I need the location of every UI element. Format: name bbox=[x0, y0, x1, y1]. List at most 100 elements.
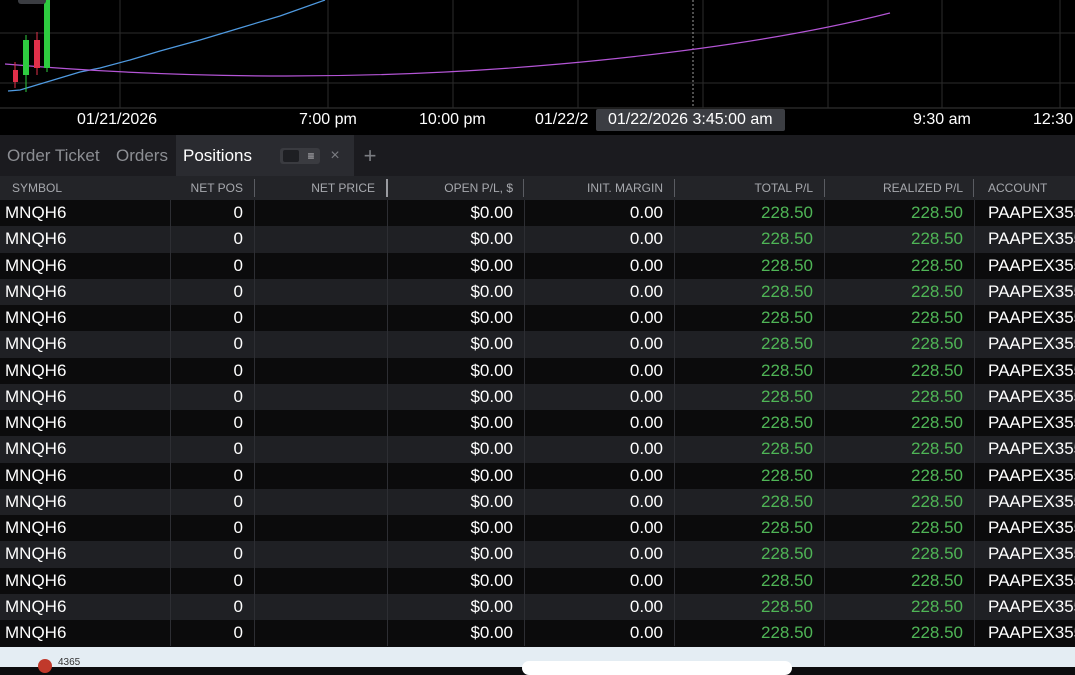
column-header-account[interactable]: ACCOUNT bbox=[988, 176, 1047, 200]
cell-open-pl: $0.00 bbox=[470, 229, 513, 249]
cell-symbol: MNQH6 bbox=[5, 491, 67, 511]
table-row[interactable]: MNQH6 0 $0.00 0.00 228.50 228.50 PAAPEX355 bbox=[0, 593, 1075, 620]
cell-symbol: MNQH6 bbox=[5, 518, 67, 537]
cell-realized-pl: 228.50 bbox=[911, 623, 963, 642]
cell-divider bbox=[974, 278, 975, 305]
cell-open-pl: $0.00 bbox=[470, 544, 513, 564]
cell-total-pl: 228.50 bbox=[761, 623, 813, 642]
table-row[interactable]: MNQH6 0 $0.00 0.00 228.50 228.50 PAAPEX355 bbox=[0, 410, 1075, 437]
table-row[interactable]: MNQH6 0 $0.00 0.00 228.50 228.50 PAAPEX355 bbox=[0, 226, 1075, 253]
cell-realized-pl: 228.50 bbox=[911, 465, 963, 485]
cell-open-pl: $0.00 bbox=[470, 465, 513, 485]
table-row[interactable]: MNQH6 0 $0.00 0.00 228.50 228.50 PAAPEX355 bbox=[0, 200, 1075, 227]
column-header-total-pl[interactable]: TOTAL P/L bbox=[675, 176, 813, 200]
table-row[interactable]: MNQH6 0 $0.00 0.00 228.50 228.50 PAAPEX355 bbox=[0, 567, 1075, 594]
cell-net-price bbox=[255, 279, 375, 305]
cell-open-pl: $0.00 bbox=[470, 334, 513, 354]
cell-symbol: MNQH6 bbox=[5, 360, 67, 380]
table-row[interactable]: MNQH6 0 $0.00 0.00 228.50 228.50 PAAPEX355 bbox=[0, 620, 1075, 647]
cell-open-pl: $0.00 bbox=[470, 413, 513, 432]
table-row[interactable]: MNQH6 0 $0.00 0.00 228.50 228.50 PAAPEX355 bbox=[0, 278, 1075, 305]
cell-total-pl: 228.50 bbox=[761, 570, 813, 590]
cell-total-pl: 228.50 bbox=[761, 281, 813, 301]
cell-account: PAAPEX355 bbox=[988, 439, 1075, 459]
table-row[interactable]: MNQH6 0 $0.00 0.00 228.50 228.50 PAAPEX355 bbox=[0, 331, 1075, 358]
cell-net-price bbox=[255, 358, 375, 384]
cell-account: PAAPEX355 bbox=[988, 229, 1075, 249]
cell-net-pos: 0 bbox=[233, 491, 243, 511]
cell-account: PAAPEX355 bbox=[988, 518, 1075, 537]
price-chart[interactable]: 01/21/2026 7:00 pm 10:00 pm 01/22/2 9:30… bbox=[0, 0, 1075, 135]
cell-init-margin: 0.00 bbox=[629, 386, 663, 406]
cell-init-margin: 0.00 bbox=[629, 308, 663, 327]
add-tab-icon[interactable]: + bbox=[360, 135, 380, 176]
cell-account: PAAPEX355 bbox=[988, 623, 1075, 642]
cell-open-pl: $0.00 bbox=[470, 518, 513, 537]
cell-realized-pl: 228.50 bbox=[911, 570, 963, 590]
taskbar-search-box[interactable] bbox=[522, 661, 792, 675]
cell-symbol: MNQH6 bbox=[5, 255, 67, 275]
x-axis-label: 9:30 am bbox=[913, 111, 971, 128]
column-header-open-pl[interactable]: OPEN P/L, $ bbox=[388, 176, 513, 200]
cell-divider bbox=[974, 488, 975, 515]
os-taskbar: 4365 bbox=[0, 647, 1075, 675]
cell-net-price bbox=[255, 489, 375, 515]
cell-account: PAAPEX355 bbox=[988, 544, 1075, 564]
cell-net-pos: 0 bbox=[233, 413, 243, 432]
column-header-init-margin[interactable]: INIT. MARGIN bbox=[524, 176, 663, 200]
x-axis-label: 01/21/2026 bbox=[77, 111, 158, 128]
cell-init-margin: 0.00 bbox=[629, 413, 663, 432]
weather-icon[interactable] bbox=[38, 659, 52, 673]
cell-realized-pl: 228.50 bbox=[911, 360, 963, 380]
table-row[interactable]: MNQH6 0 $0.00 0.00 228.50 228.50 PAAPEX355 bbox=[0, 252, 1075, 279]
table-row[interactable]: MNQH6 0 $0.00 0.00 228.50 228.50 PAAPEX355 bbox=[0, 541, 1075, 568]
cell-net-pos: 0 bbox=[233, 623, 243, 642]
cell-net-pos: 0 bbox=[233, 334, 243, 354]
table-row[interactable]: MNQH6 0 $0.00 0.00 228.50 228.50 PAAPEX355 bbox=[0, 305, 1075, 332]
cell-divider bbox=[974, 620, 975, 647]
cell-net-price bbox=[255, 541, 375, 567]
cell-net-price bbox=[255, 568, 375, 594]
table-row[interactable]: MNQH6 0 $0.00 0.00 228.50 228.50 PAAPEX355 bbox=[0, 488, 1075, 515]
table-row[interactable]: MNQH6 0 $0.00 0.00 228.50 228.50 PAAPEX355 bbox=[0, 515, 1075, 542]
cell-divider bbox=[974, 200, 975, 227]
cell-account: PAAPEX355 bbox=[988, 465, 1075, 485]
cell-open-pl: $0.00 bbox=[470, 281, 513, 301]
cell-net-price bbox=[255, 515, 375, 541]
cell-realized-pl: 228.50 bbox=[911, 518, 963, 537]
positions-table: SYMBOL NET POS NET PRICE OPEN P/L, $ INI… bbox=[0, 176, 1075, 647]
close-icon[interactable]: × bbox=[326, 135, 344, 176]
cell-realized-pl: 228.50 bbox=[911, 229, 963, 249]
cell-total-pl: 228.50 bbox=[761, 386, 813, 406]
tab-order-ticket[interactable]: Order Ticket bbox=[7, 135, 100, 176]
table-row[interactable]: MNQH6 0 $0.00 0.00 228.50 228.50 PAAPEX355 bbox=[0, 436, 1075, 463]
table-row[interactable]: MNQH6 0 $0.00 0.00 228.50 228.50 PAAPEX355 bbox=[0, 383, 1075, 410]
table-row[interactable]: MNQH6 0 $0.00 0.00 228.50 228.50 PAAPEX355 bbox=[0, 462, 1075, 489]
column-header-net-pos[interactable]: NET POS bbox=[170, 176, 243, 200]
cell-net-pos: 0 bbox=[233, 281, 243, 301]
column-resize-handle[interactable] bbox=[973, 179, 974, 197]
chart-grid bbox=[0, 0, 1075, 109]
table-body: MNQH6 0 $0.00 0.00 228.50 228.50 PAAPEX355 MNQH… bbox=[0, 200, 1075, 647]
cell-open-pl: $0.00 bbox=[470, 596, 513, 616]
cell-total-pl: 228.50 bbox=[761, 229, 813, 249]
cell-init-margin: 0.00 bbox=[629, 360, 663, 380]
cell-net-price bbox=[255, 253, 375, 279]
cell-total-pl: 228.50 bbox=[761, 308, 813, 327]
cell-open-pl: $0.00 bbox=[470, 308, 513, 327]
layout-toggle[interactable]: ≡ bbox=[280, 148, 320, 164]
cell-net-pos: 0 bbox=[233, 596, 243, 616]
cell-open-pl: $0.00 bbox=[470, 570, 513, 590]
cell-account: PAAPEX355 bbox=[988, 203, 1075, 222]
table-row[interactable]: MNQH6 0 $0.00 0.00 228.50 228.50 PAAPEX355 bbox=[0, 357, 1075, 384]
cell-account: PAAPEX355 bbox=[988, 360, 1075, 380]
tab-positions[interactable]: Positions ≡ × bbox=[176, 135, 354, 176]
column-header-realized-pl[interactable]: REALIZED P/L bbox=[825, 176, 963, 200]
tab-orders[interactable]: Orders bbox=[116, 135, 168, 176]
chart-handle[interactable] bbox=[18, 0, 46, 4]
column-header-symbol[interactable]: SYMBOL bbox=[12, 176, 62, 200]
cell-divider bbox=[974, 331, 975, 358]
cell-net-pos: 0 bbox=[233, 465, 243, 485]
column-header-net-price[interactable]: NET PRICE bbox=[255, 176, 375, 200]
cell-total-pl: 228.50 bbox=[761, 360, 813, 380]
